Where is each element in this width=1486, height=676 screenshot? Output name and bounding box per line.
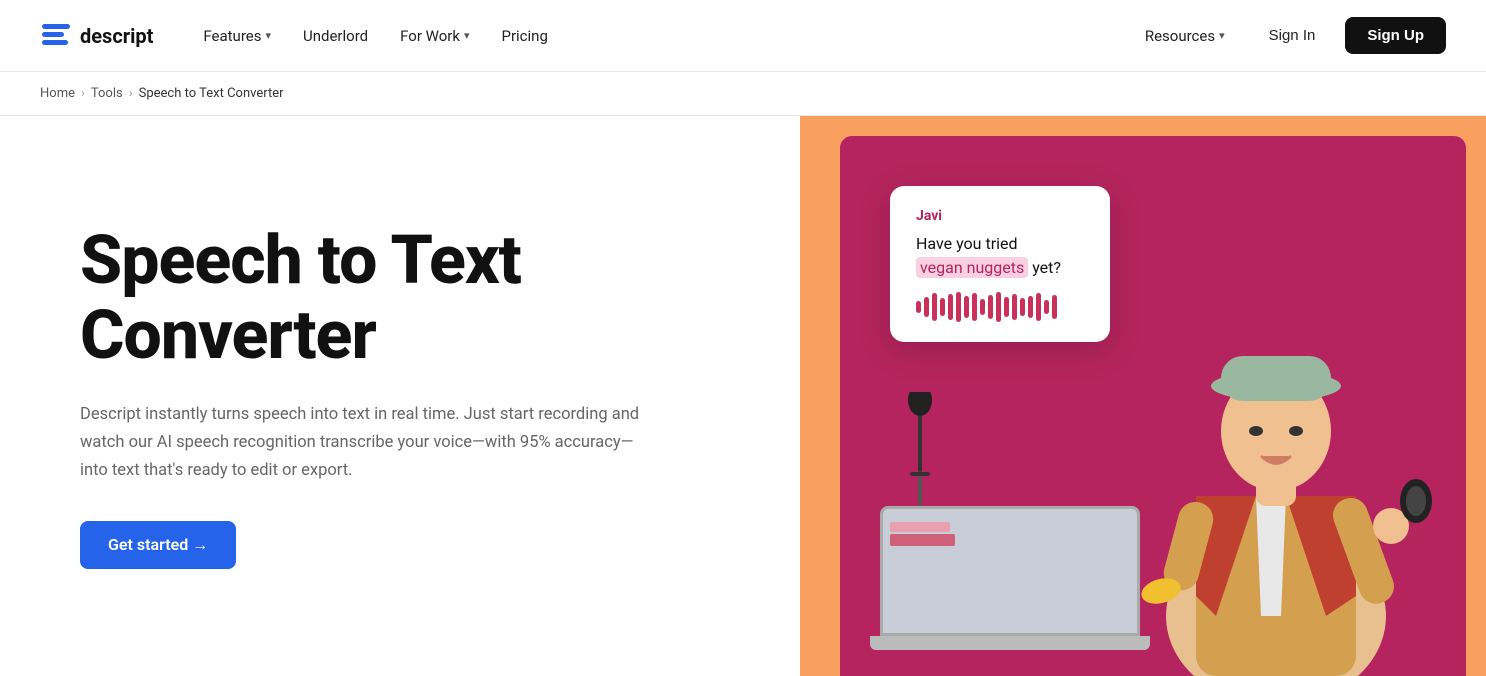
- nav-underlord[interactable]: Underlord: [289, 19, 382, 53]
- waveform-bar: [964, 296, 969, 318]
- hero-section: Speech to Text Converter Descript instan…: [0, 116, 1486, 676]
- hero-inner-bg: Javi Have you tried vegan nuggets yet?: [840, 136, 1466, 676]
- breadcrumb: Home › Tools › Speech to Text Converter: [0, 72, 1486, 116]
- logo-text: descript: [80, 24, 153, 48]
- waveform-bar: [956, 292, 961, 322]
- nav-right: Resources ▾ Sign In Sign Up: [1131, 17, 1446, 54]
- transcript-card: Javi Have you tried vegan nuggets yet?: [890, 186, 1110, 342]
- waveform-bar: [1012, 294, 1017, 320]
- nav-features[interactable]: Features ▾: [189, 19, 285, 53]
- logo[interactable]: descript: [40, 20, 153, 52]
- transcript-text: Have you tried vegan nuggets yet?: [916, 232, 1084, 280]
- nav-links: Features ▾ Underlord For Work ▾ Pricing: [189, 19, 1130, 53]
- waveform-bar: [1036, 293, 1041, 321]
- breadcrumb-current: Speech to Text Converter: [139, 86, 284, 101]
- logo-icon: [40, 20, 72, 52]
- waveform-bar: [916, 301, 921, 313]
- waveform-bar: [1052, 295, 1057, 319]
- mic-stand-icon: [900, 392, 940, 512]
- breadcrumb-sep-2: ›: [129, 86, 133, 101]
- mic-stand: [900, 392, 940, 516]
- resources-chevron-icon: ▾: [1219, 29, 1225, 42]
- signin-button[interactable]: Sign In: [1251, 19, 1334, 52]
- waveform-bar: [1004, 297, 1009, 317]
- waveform-bar: [988, 295, 993, 319]
- books: [890, 522, 955, 546]
- breadcrumb-tools[interactable]: Tools: [91, 86, 123, 101]
- nav-for-work[interactable]: For Work ▾: [386, 19, 483, 53]
- hero-left: Speech to Text Converter Descript instan…: [0, 116, 800, 676]
- waveform-bar: [972, 293, 977, 321]
- waveform-bar: [924, 297, 929, 317]
- hero-right: Javi Have you tried vegan nuggets yet?: [800, 116, 1486, 676]
- for-work-chevron-icon: ▾: [464, 29, 470, 42]
- waveform-bar: [980, 299, 985, 315]
- breadcrumb-home[interactable]: Home: [40, 86, 75, 101]
- transcript-text-after: yet?: [1032, 258, 1061, 277]
- transcript-text-before: Have you tried: [916, 234, 1018, 253]
- waveform-bar: [1028, 296, 1033, 318]
- waveform-bar: [1044, 300, 1049, 314]
- hero-description: Descript instantly turns speech into tex…: [80, 401, 640, 485]
- waveform-bar: [996, 292, 1001, 322]
- waveform-bar: [932, 293, 937, 321]
- waveform-bar: [948, 294, 953, 320]
- hero-title: Speech to Text Converter: [80, 223, 720, 373]
- person-svg: [1106, 236, 1446, 676]
- person-illustration: [1106, 236, 1446, 676]
- waveform-bar: [940, 298, 945, 316]
- get-started-button[interactable]: Get started →: [80, 521, 236, 569]
- signup-button[interactable]: Sign Up: [1345, 17, 1446, 54]
- nav-resources[interactable]: Resources ▾: [1131, 19, 1239, 53]
- navbar: descript Features ▾ Underlord For Work ▾…: [0, 0, 1486, 72]
- transcript-highlight: vegan nuggets: [916, 257, 1028, 278]
- waveform-bar: [1020, 298, 1025, 316]
- waveform: [916, 292, 1084, 322]
- features-chevron-icon: ▾: [265, 29, 271, 42]
- nav-pricing[interactable]: Pricing: [487, 19, 561, 53]
- transcript-speaker: Javi: [916, 208, 1084, 224]
- breadcrumb-sep-1: ›: [81, 86, 85, 101]
